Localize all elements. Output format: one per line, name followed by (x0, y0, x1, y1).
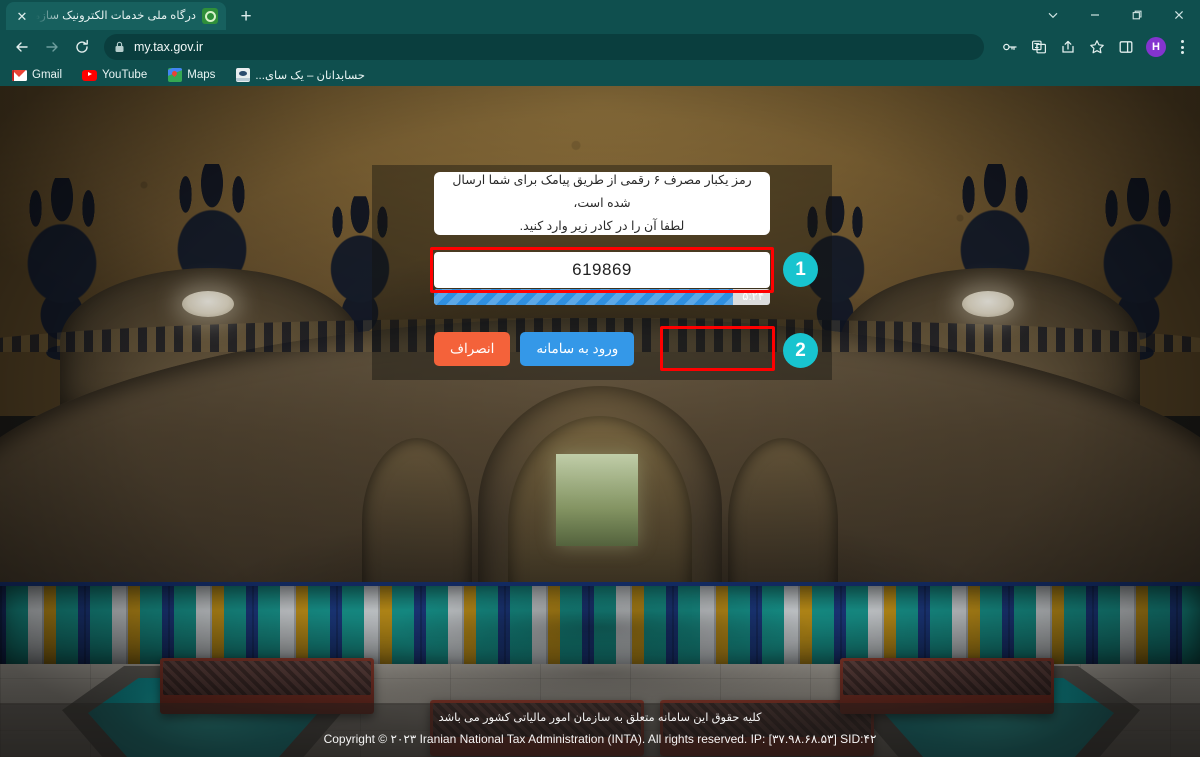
bookmark-maps[interactable]: Maps (165, 65, 217, 85)
footer-persian-text: کلیه حقوق این سامانه متعلق به سازمان امو… (438, 712, 762, 725)
page-viewport: رمز یکبار مصرف ۶ رقمی از طریق پیامک برای… (0, 86, 1200, 757)
maps-icon (167, 68, 182, 83)
submit-login-button[interactable]: ورود به سامانه (520, 332, 635, 366)
youtube-icon (82, 68, 98, 83)
otp-message-card: رمز یکبار مصرف ۶ رقمی از طریق پیامک برای… (434, 172, 770, 235)
otp-message-line-2: لطفا آن را در کادر زیر وارد کنید. (519, 219, 685, 234)
bookmark-hesabdanan[interactable]: حسابدانان – یک سای... (233, 65, 367, 85)
otp-progress-fill (434, 289, 734, 305)
tab-favicon-icon (202, 8, 218, 24)
restore-icon[interactable] (1116, 0, 1158, 30)
site-icon (235, 68, 250, 83)
new-tab-button[interactable]: + (232, 2, 260, 30)
screenshot-root: درگاه ملی خدمات الکترونیک سازمان ✕ + my.… (0, 0, 1200, 757)
browser-toolbar: my.tax.gov.ir H (0, 30, 1200, 64)
toolbar-right-icons: H (996, 33, 1192, 61)
window-controls (1032, 0, 1200, 30)
oculus-skylight-left (182, 291, 234, 317)
annotation-badge-1: 1 (783, 252, 818, 287)
secure-lock-icon (114, 41, 126, 53)
otp-input[interactable] (434, 252, 770, 288)
share-icon[interactable] (1054, 33, 1082, 61)
profile-avatar[interactable]: H (1146, 37, 1166, 57)
bookmark-gmail[interactable]: Gmail (10, 65, 64, 85)
bookmark-label: YouTube (102, 69, 148, 81)
minimize-icon[interactable] (1074, 0, 1116, 30)
otp-action-row: ورود به سامانه انصراف (434, 330, 770, 368)
three-dot-menu-icon[interactable] (1172, 36, 1192, 58)
bookmark-label: Maps (187, 69, 216, 81)
cancel-button[interactable]: انصراف (434, 332, 511, 366)
lit-window (556, 454, 638, 546)
gmail-icon (12, 68, 27, 83)
tiled-dado-band (0, 586, 1200, 668)
password-key-icon[interactable] (996, 33, 1024, 61)
page-footer: کلیه حقوق این سامانه متعلق به سازمان امو… (0, 703, 1200, 757)
otp-input-wrapper (434, 252, 770, 288)
close-icon[interactable] (1158, 0, 1200, 30)
otp-countdown-progressbar: ۵:۲۴ (434, 289, 770, 305)
address-bar[interactable]: my.tax.gov.ir (104, 34, 984, 60)
browser-chrome: درگاه ملی خدمات الکترونیک سازمان ✕ + my.… (0, 0, 1200, 86)
bookmarks-bar: Gmail YouTube Maps حسابدانان – یک سای... (0, 64, 1200, 86)
annotation-badge-2: 2 (783, 333, 818, 368)
translate-icon[interactable] (1025, 33, 1053, 61)
tab-strip: درگاه ملی خدمات الکترونیک سازمان ✕ + (0, 0, 1200, 30)
back-arrow-icon[interactable] (8, 33, 36, 61)
address-bar-url: my.tax.gov.ir (134, 40, 203, 54)
forward-arrow-icon[interactable] (38, 33, 66, 61)
reload-icon[interactable] (68, 33, 96, 61)
otp-timer-label: ۵:۲۴ (742, 291, 764, 303)
footer-english-text: Copyright © ۲۰۲۳ Iranian National Tax Ad… (323, 731, 877, 746)
oculus-skylight-right (962, 291, 1014, 317)
side-panel-icon[interactable] (1112, 33, 1140, 61)
tab-search-chevron-down-icon[interactable] (1032, 0, 1074, 30)
bookmark-label: Gmail (32, 69, 63, 81)
browser-tab[interactable]: درگاه ملی خدمات الکترونیک سازمان ✕ (6, 2, 226, 30)
bookmark-label: حسابدانان – یک سای... (255, 70, 366, 82)
bookmark-youtube[interactable]: YouTube (80, 65, 149, 85)
tab-close-icon[interactable]: ✕ (14, 8, 30, 24)
tab-title: درگاه ملی خدمات الکترونیک سازمان (36, 10, 196, 22)
bookmark-star-icon[interactable] (1083, 33, 1111, 61)
otp-message-line-1: رمز یکبار مصرف ۶ رقمی از طریق پیامک برای… (452, 172, 752, 210)
